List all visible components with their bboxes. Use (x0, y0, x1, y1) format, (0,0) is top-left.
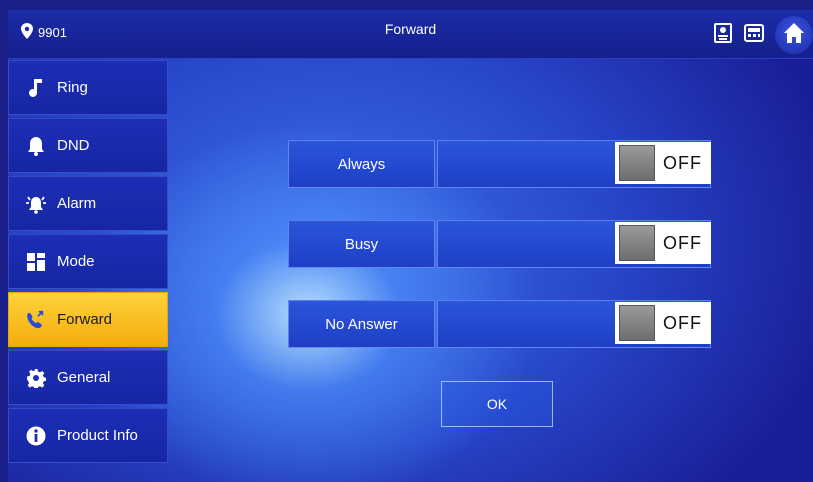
sidebar-item-ring[interactable]: Ring (8, 60, 168, 115)
sidebar-item-label: General (57, 369, 111, 386)
forward-row-always: Always OFF (288, 140, 711, 188)
toggle-knob (619, 305, 655, 341)
forward-toggle-always[interactable]: OFF (615, 142, 711, 184)
home-icon (783, 22, 805, 49)
toggle-knob (619, 145, 655, 181)
sidebar-item-label: Forward (57, 311, 113, 328)
sidebar-item-dnd[interactable]: DND (8, 118, 168, 173)
sidebar-item-forward[interactable]: Forward (8, 292, 168, 347)
sidebar-item-label: Mode (57, 253, 95, 270)
settings-sidebar: Ring DND Alarm Mode Forward General Prod… (8, 60, 168, 466)
music-note-icon (25, 77, 47, 99)
forward-call-icon (25, 309, 47, 331)
toggle-state: OFF (663, 232, 702, 253)
sidebar-item-general[interactable]: General (8, 350, 168, 405)
sidebar-item-alarm[interactable]: Alarm (8, 176, 168, 231)
sidebar-item-label: Ring (57, 79, 88, 96)
toggle-state: OFF (663, 152, 702, 173)
forward-label-always: Always (288, 140, 435, 188)
forward-row-no-answer: No Answer OFF (288, 300, 711, 348)
top-bar: 9901 Forward (8, 10, 813, 59)
sidebar-item-label: Alarm (57, 195, 97, 212)
toggle-knob (619, 225, 655, 261)
forward-toggle-busy[interactable]: OFF (615, 222, 711, 264)
grid-icon (25, 251, 47, 273)
sidebar-item-product-info[interactable]: Product Info (8, 408, 168, 463)
bell-icon (25, 135, 47, 157)
sidebar-item-label: DND (57, 137, 90, 154)
contact-card-icon[interactable] (713, 22, 733, 48)
sidebar-item-mode[interactable]: Mode (8, 234, 168, 289)
gear-icon (25, 367, 47, 389)
alarm-icon (25, 193, 47, 215)
forward-label-busy: Busy (288, 220, 435, 268)
info-icon (25, 425, 47, 447)
home-button[interactable] (775, 16, 813, 54)
forward-toggle-no-answer[interactable]: OFF (615, 302, 711, 344)
ok-button[interactable]: OK (441, 381, 553, 427)
intercom-device-icon[interactable] (743, 23, 765, 48)
sidebar-item-label: Product Info (57, 427, 138, 444)
forward-label-no-answer: No Answer (288, 300, 435, 348)
device-screen: 9901 Forward Ring DND Alarm Mode Forward… (8, 10, 813, 482)
forward-row-busy: Busy OFF (288, 220, 711, 268)
toggle-state: OFF (663, 312, 702, 333)
page-title: Forward (384, 21, 437, 37)
